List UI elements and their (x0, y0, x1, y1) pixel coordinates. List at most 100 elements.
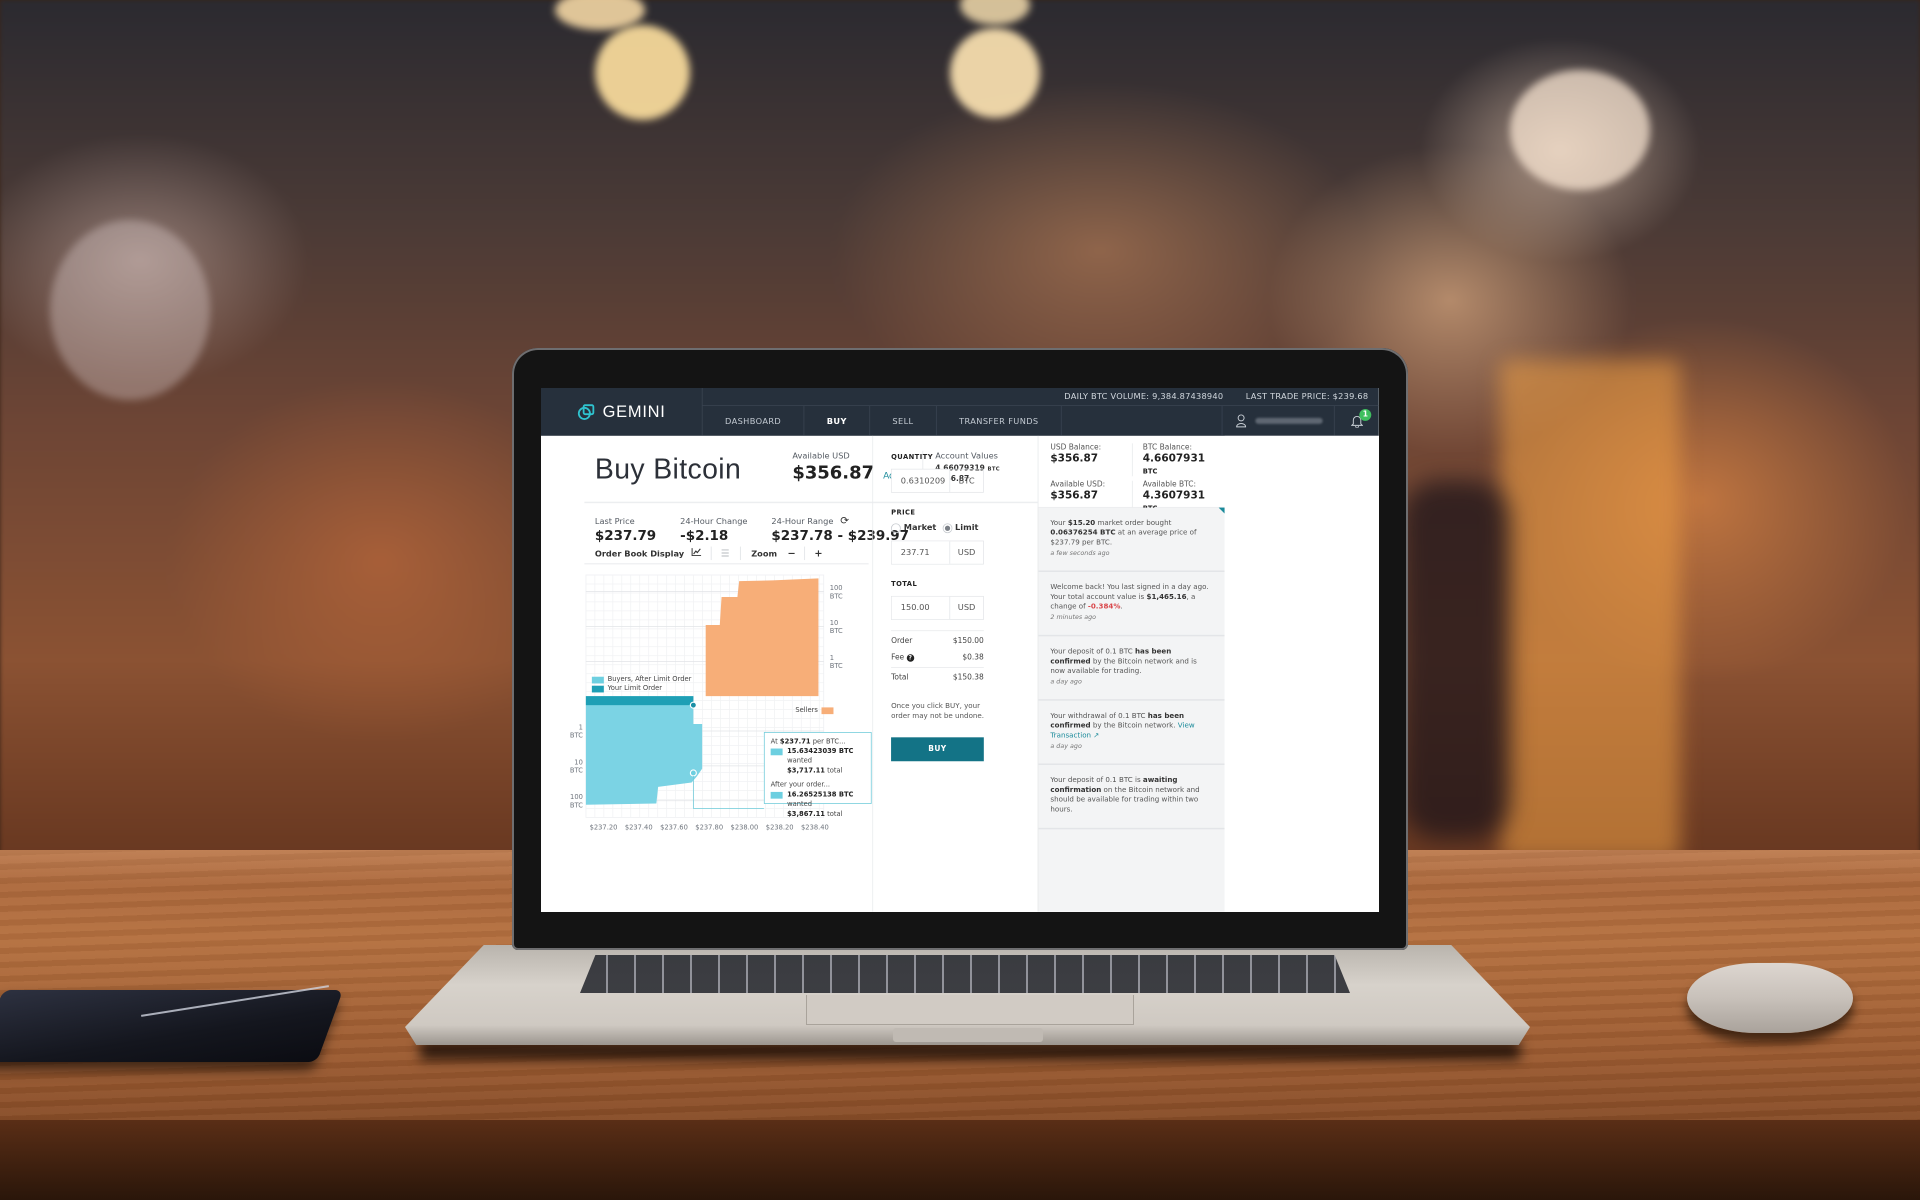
price-type-radios: Market Limit (891, 523, 1026, 533)
bokeh-light (1510, 70, 1650, 190)
irreversible-note: Once you click BUY, your order may not b… (891, 701, 985, 720)
zoom-out-button[interactable]: − (788, 548, 796, 559)
order-value: $150.00 (952, 636, 984, 645)
stat-value: -$2.18 (680, 527, 729, 544)
brand-name: GEMINI (602, 402, 666, 421)
line-chart-icon[interactable] (691, 547, 702, 559)
user-icon (1236, 414, 1247, 428)
stat-label: 24-Hour Change (680, 516, 748, 527)
nav-dashboard[interactable]: DASHBOARD (703, 405, 805, 436)
order-form: QUANTITY BTC PRICE Market Limit USD TOTA… (891, 436, 1026, 761)
stat-24h-change: 24-Hour Change -$2.18 (680, 517, 747, 544)
feed-text: . (1120, 602, 1123, 611)
x-tick-label: $237.40 (625, 823, 653, 831)
tt-price: $237.71 (779, 738, 811, 746)
market-stats: Last Price $237.79 24-Hour Change -$2.18… (595, 517, 909, 544)
available-btc-label: Available BTC: (1142, 480, 1197, 489)
feed-text: Your deposit of 0.1 BTC (1050, 647, 1135, 656)
feed-message: Your $15.20 market order bought 0.063762… (1050, 518, 1212, 547)
quantity-label: QUANTITY (891, 453, 934, 462)
nav-label: TRANSFER FUNDS (959, 416, 1039, 426)
available-usd-value: $356.87 (1050, 489, 1099, 502)
stat-value: $237.79 (594, 527, 657, 544)
btc-unit: BTC (1142, 468, 1158, 476)
radio-circle (891, 523, 901, 533)
y-tick-label-buyers: 100 (570, 793, 583, 801)
toolbar-divider (804, 546, 806, 561)
x-tick-label: $238.20 (766, 823, 794, 831)
feed-message: Your withdrawal of 0.1 BTC has been conf… (1050, 711, 1212, 740)
tt-per: per BTC... (812, 738, 846, 746)
total-sum-value: $150.38 (952, 673, 984, 682)
notifications-button[interactable]: 1 (1333, 405, 1379, 436)
sellers-legend: Sellers (795, 706, 834, 715)
market-radio[interactable]: Market (891, 523, 936, 533)
limit-order-marker (689, 701, 697, 709)
available-usd-value: $356.87 (792, 462, 875, 483)
list-view-icon[interactable]: ☰ (721, 548, 730, 559)
feed-text: by the Bitcoin network. (1090, 721, 1178, 730)
feed-message: Your deposit of 0.1 BTC is awaiting conf… (1050, 775, 1212, 814)
zoom-in-button[interactable]: + (814, 548, 822, 559)
y-tick-unit-sellers: BTC (830, 627, 843, 635)
account-sidebar: USD Balance: $356.87 BTC Balance: 4.6607… (1037, 435, 1379, 912)
chart-tooltip: At $237.71 per BTC... 15.63423039 BTC wa… (763, 732, 872, 818)
limit-radio[interactable]: Limit (942, 523, 978, 533)
order-book-display-label: Order Book Display (594, 548, 685, 559)
daily-btc-volume: DAILY BTC VOLUME: 9,384.87438940 (1064, 391, 1224, 402)
tt-total-word: total (827, 767, 843, 775)
stat-label: Last Price (594, 516, 635, 527)
x-tick-label: $238.00 (731, 823, 759, 831)
refresh-icon[interactable]: ⟳ (840, 515, 849, 527)
feed-item: Your $15.20 market order bought 0.063762… (1038, 508, 1225, 573)
brand-logo[interactable]: GEMINI (541, 388, 703, 436)
nav-label: DASHBOARD (725, 416, 782, 426)
btc-balance-value: 4.6607931 (1142, 452, 1206, 465)
tt-after-label: After your order... (770, 781, 830, 789)
tt-total-before: $3,717.11 (787, 767, 826, 775)
legend-buyers-label: Buyers, After Limit Order (607, 675, 692, 684)
legend-sellers-label: Sellers (795, 706, 818, 715)
stat-last-price: Last Price $237.79 (595, 517, 656, 544)
y-tick-unit-buyers: BTC (570, 801, 583, 809)
buyers-legend: Buyers, After Limit Order Your Limit Ord… (591, 675, 692, 693)
toolbar-divider (739, 546, 741, 561)
page-title: Buy Bitcoin (594, 453, 742, 486)
tt-swatch (770, 748, 783, 756)
laptop-keyboard (580, 955, 1350, 993)
wireless-mouse (1687, 963, 1853, 1033)
help-icon[interactable]: ? (906, 653, 915, 662)
user-name-blurred (1255, 417, 1323, 424)
after-order-marker (689, 769, 697, 777)
y-tick-unit-buyers: BTC (570, 767, 583, 775)
x-tick-label: $237.60 (660, 823, 688, 831)
negative-change: -0.384% (1087, 602, 1121, 611)
tt-total-after: $3,867.11 (787, 810, 826, 819)
your-limit-order-band (585, 696, 694, 706)
nav-buy[interactable]: BUY (804, 405, 870, 436)
available-usd-label: Available USD: (1050, 480, 1106, 489)
price-input[interactable] (891, 540, 951, 564)
total-unit: USD (957, 602, 976, 613)
background-figure (1400, 480, 1510, 840)
order-book-chart: 100 BTC 10 BTC 1 BTC 1 BTC 10 BTC 100 BTC $237.20 $23… (570, 571, 872, 846)
total-input[interactable] (891, 596, 951, 619)
legend-your-order-label: Your Limit Order (607, 684, 663, 693)
gemini-logo-icon (578, 404, 595, 420)
feed-timestamp: a day ago (1050, 678, 1082, 686)
tt-total-word: total (827, 810, 843, 819)
radio-circle-selected (942, 523, 953, 533)
bokeh-light (595, 25, 690, 120)
feed-timestamp: a day ago (1050, 742, 1082, 751)
y-tick-unit-buyers: BTC (570, 732, 583, 740)
tt-wanted-before: 15.63423039 BTC (787, 747, 854, 756)
nav-sell[interactable]: SELL (870, 405, 937, 436)
total-field: USD (891, 595, 984, 620)
y-tick-label-sellers: 10 (830, 619, 839, 627)
feed-item: Your deposit of 0.1 BTC is awaiting conf… (1038, 765, 1225, 830)
nav-transfer-funds[interactable]: TRANSFER FUNDS (937, 405, 1062, 436)
user-menu[interactable] (1221, 405, 1334, 436)
quantity-input[interactable] (891, 469, 951, 492)
feed-message: Your deposit of 0.1 BTC has been confirm… (1050, 647, 1212, 676)
buy-button[interactable]: BUY (891, 736, 984, 761)
